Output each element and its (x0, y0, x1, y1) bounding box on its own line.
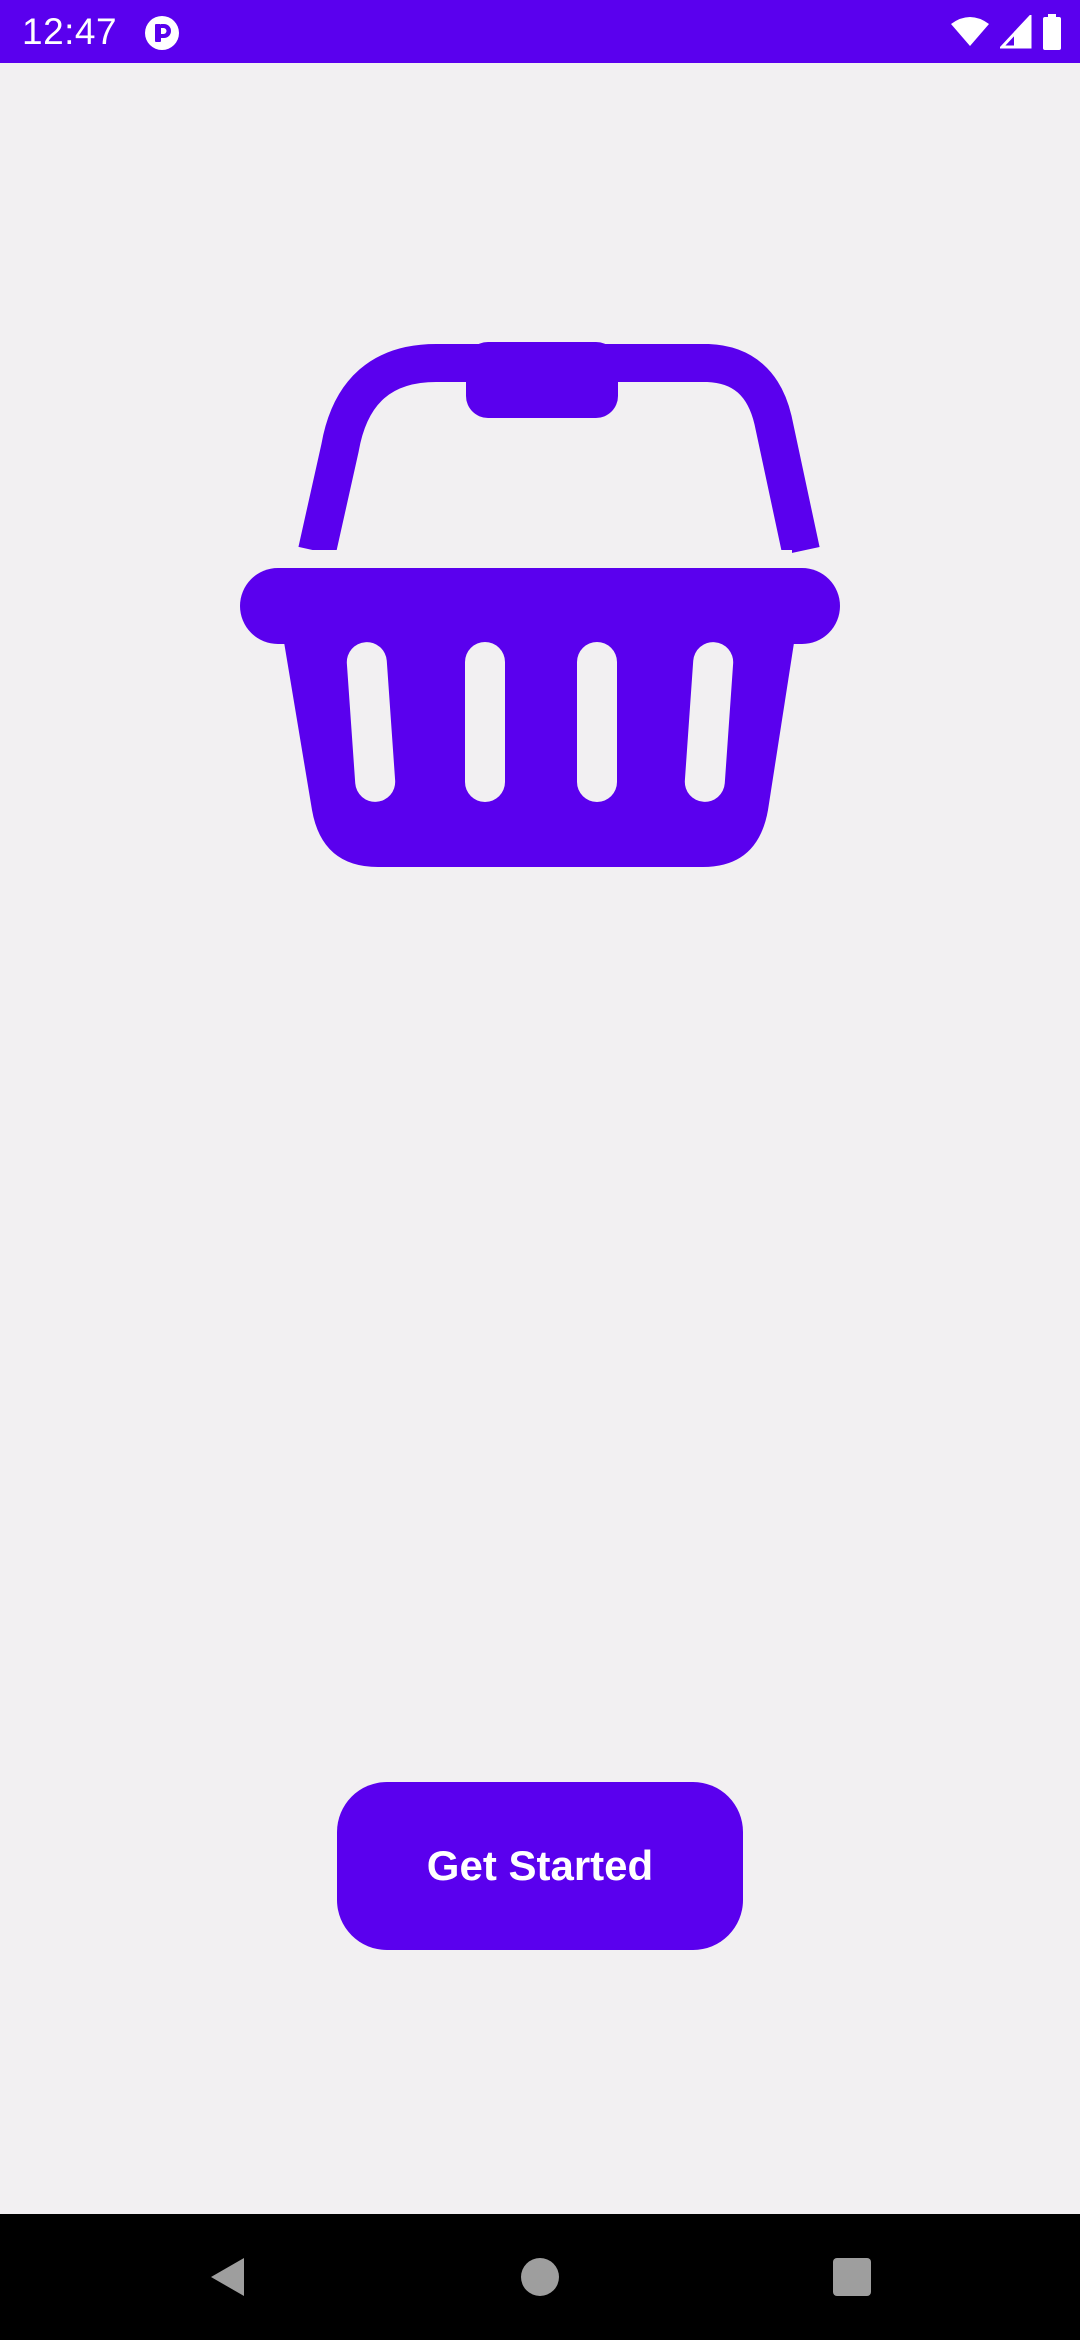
shopping-basket-icon (240, 342, 840, 867)
home-button[interactable] (470, 2214, 610, 2340)
status-bar: 12:47 (0, 0, 1080, 63)
back-icon (211, 2258, 244, 2296)
splash-screen: 12:47 Get Started (0, 0, 1080, 2340)
status-time: 12:47 (22, 11, 118, 52)
navigation-bar (0, 2214, 1080, 2340)
app-notification-icon (145, 16, 179, 50)
back-button[interactable] (158, 2214, 298, 2340)
recents-button[interactable] (782, 2214, 922, 2340)
status-icons (950, 14, 1062, 50)
wifi-icon (951, 17, 989, 46)
signal-icon (1000, 15, 1032, 49)
battery-icon (1043, 14, 1061, 50)
recents-icon (833, 2258, 871, 2296)
home-icon (521, 2258, 559, 2296)
get-started-button[interactable]: Get Started (337, 1782, 743, 1950)
